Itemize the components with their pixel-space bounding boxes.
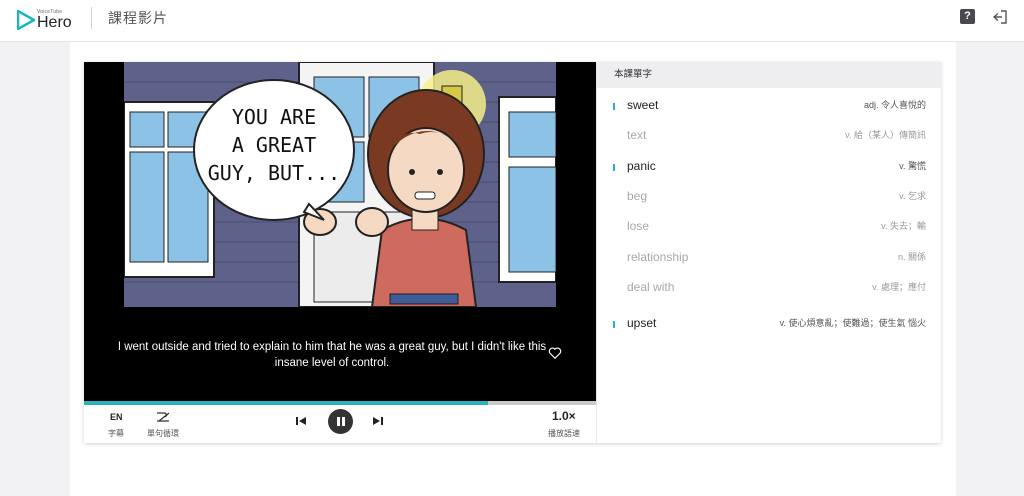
speech-bubble-line-2: A GREAT [232,133,316,157]
pause-button[interactable] [328,409,353,434]
logout-icon[interactable] [992,9,1008,25]
vocab-active-marker [613,321,615,328]
playback-speed-button[interactable]: 1.0× [552,409,576,423]
vocab-definition: v. 使心煩意亂；使難過；使生氣 惱火 [779,318,926,328]
vocab-active-marker [613,103,615,110]
vocab-word: beg [627,189,648,203]
voicetube-hero-logo[interactable]: VoiceTube Hero [15,8,85,34]
help-icon[interactable]: ? [960,9,975,24]
vocab-item-text[interactable]: text v. 給（某人）傳簡訊 [597,124,942,154]
vocab-word: upset [627,316,657,330]
play-triangle-logo-icon [17,10,35,30]
speech-bubble-line-1: YOU ARE [232,105,316,129]
vocab-active-marker [613,164,615,171]
speech-bubble-line-3: GUY, BUT... [208,161,340,185]
lesson-card: YOU ARE A GREAT GUY, BUT... I went outsi… [84,62,942,443]
vocab-definition: v. 處理；應付 [872,282,926,292]
vocab-item-beg[interactable]: beg v. 乞求 [597,185,942,215]
previous-icon[interactable] [296,416,306,426]
vocabulary-panel: 本課單字 sweet adj. 令人喜悅的 text v. 給（某人）傳簡訊 panic… [596,62,942,443]
vocab-word: text [627,128,647,142]
single-sentence-loop-label: 單句循環 [147,429,179,438]
vocab-definition: adj. 令人喜悅的 [863,100,926,110]
vocab-item-relationship[interactable]: relationship n. 關係 [597,246,942,276]
single-sentence-loop-icon[interactable] [156,410,170,424]
vocab-definition: v. 乞求 [899,191,926,201]
heart-favorite-icon[interactable] [548,346,562,360]
subtitle-line-1: I went outside and tried to explain to h… [117,341,547,353]
video-player[interactable]: YOU ARE A GREAT GUY, BUT... I went outsi… [84,62,596,401]
vocabulary-header: 本課單字 [597,62,942,88]
page-title: 課程影片 [108,10,168,26]
vocab-word: panic [627,159,656,173]
vocab-definition: v. 失去；輸 [881,221,926,231]
video-subtitle: I went outside and tried to explain to h… [114,339,550,371]
header-divider [91,7,92,29]
subtitle-line-2: insane level of control. [274,357,390,369]
playback-speed-label: 播放語速 [548,429,580,438]
pause-icon [336,417,340,426]
vocab-word: relationship [627,250,689,264]
vocab-definition: n. 關係 [897,252,926,262]
vocab-word: deal with [627,280,675,294]
vocab-word: lose [627,219,650,233]
vocab-item-lose[interactable]: lose v. 失去；輸 [597,215,942,245]
vocab-item-deal-with[interactable]: deal with v. 處理；應付 [597,276,942,306]
top-bar: VoiceTube Hero 課程影片 ? [0,0,1024,42]
cartoon-scene: YOU ARE A GREAT GUY, BUT... [124,62,556,307]
vocab-definition: v. 給（某人）傳簡訊 [845,130,926,140]
player-controls: EN 字幕 單句循環 1.0× 播放語速 [84,405,596,443]
vocab-item-sweet[interactable]: sweet adj. 令人喜悅的 [597,94,942,124]
brand-text: Hero [37,14,72,31]
vocab-word: sweet [627,98,659,112]
vocab-definition: v. 驚慌 [899,161,926,171]
subtitle-language-icon[interactable]: EN [110,412,123,422]
vocab-item-panic[interactable]: panic v. 驚慌 [597,155,942,185]
subtitle-label: 字幕 [108,429,124,438]
next-icon[interactable] [373,416,383,426]
vocab-item-upset[interactable]: upset v. 使心煩意亂；使難過；使生氣 惱火 [597,312,942,342]
